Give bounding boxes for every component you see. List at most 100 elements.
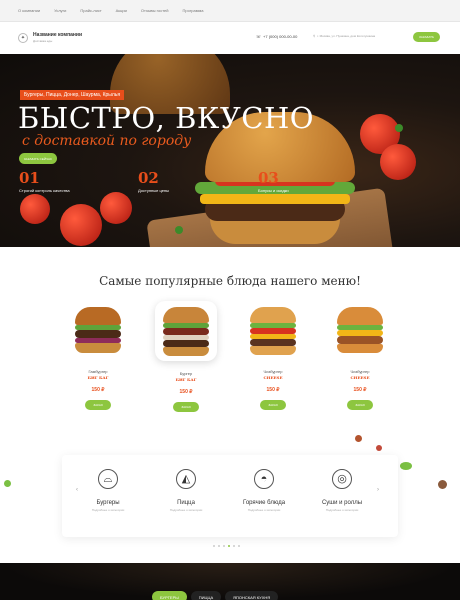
nav-link-about[interactable]: О компании [18, 8, 40, 13]
feature-number: 02 [138, 169, 159, 187]
dish-name: Чизбургер [263, 369, 283, 374]
company-block: Название компании Доставка еды [33, 33, 82, 43]
carousel-dot[interactable] [223, 545, 225, 547]
chevron-right-icon[interactable]: › [377, 487, 379, 493]
feature-label: Бонусы и скидки [258, 188, 289, 193]
feature-number: 01 [19, 169, 40, 187]
menu-tabs: БУРГЕРЫ ПИЦЦА ЯПОНСКАЯ КУХНЯ [152, 591, 279, 600]
pizza-icon: ◭ [176, 469, 196, 489]
dish-name: Чизбургер [350, 369, 370, 374]
dish-title: CHEESE [350, 375, 370, 380]
nav-link-reviews[interactable]: Отзывы гостей [141, 8, 169, 13]
hot-dish-icon: ◓ [254, 469, 274, 489]
carousel-dot[interactable] [238, 545, 240, 547]
dish-name: Гамбургер [88, 369, 108, 374]
dish-name: Бургер [179, 371, 193, 376]
nav-link-prices[interactable]: Прайс-лист [80, 8, 101, 13]
category-title: Суши и роллы [321, 500, 363, 506]
feature-label: Доступные цены [138, 188, 169, 193]
dish-price: 150 ₽ [91, 387, 105, 393]
header: ✦ Название компании Доставка еды ☏ +7 (0… [0, 22, 460, 54]
phone-icon: ☏ [256, 34, 262, 39]
carousel-dot[interactable] [218, 545, 220, 547]
popular-section-title: Самые популярные блюда нашего меню! [99, 274, 361, 288]
category-burgers[interactable]: ⌓ Бургеры Подробнее о категории [78, 469, 138, 512]
category-title: Бургеры [96, 500, 120, 506]
leaf-decoration [400, 462, 412, 470]
company-subtitle: Доставка еды [33, 39, 53, 43]
dish-title: CHEESE [263, 375, 283, 380]
feature-number: 03 [258, 169, 279, 187]
hero-title: БЫСТРО, ВКУСНО [18, 101, 315, 135]
category-subtitle: Подробнее о категории [91, 508, 125, 512]
categories-carousel: ‹ ⌓ Бургеры Подробнее о категории ◭ Пицц… [62, 455, 398, 537]
sushi-icon: ◎ [332, 469, 352, 489]
carousel-dot[interactable] [233, 545, 235, 547]
carousel-dot[interactable] [213, 545, 215, 547]
nav-link-promos[interactable]: Акции [116, 8, 127, 13]
tomato-decoration [20, 194, 50, 224]
phone[interactable]: ☏ +7 (000) 000-00-00 [256, 34, 297, 39]
category-title: Горячие блюда [242, 500, 286, 506]
dish-price: 150 ₽ [353, 387, 367, 393]
tab-burgers[interactable]: БУРГЕРЫ [152, 591, 187, 600]
tab-pizza[interactable]: ПИЦЦА [190, 591, 222, 600]
spice-decoration [438, 480, 447, 489]
burger-cheese [200, 194, 350, 204]
location-icon: ⚲ [313, 34, 316, 38]
tomato-decoration [60, 204, 102, 246]
category-subtitle: Подробнее о категории [247, 508, 281, 512]
nav-link-program[interactable]: Программа [182, 8, 203, 13]
hero-order-button[interactable]: ЗАКАЗАТЬ СЕЙЧАС [19, 153, 57, 164]
category-sushi[interactable]: ◎ Суши и роллы Подробнее о категории [312, 469, 372, 512]
dish-card[interactable]: Чизбургер CHEESE 150 ₽ ЗАКАЗ [239, 303, 307, 410]
dish-order-button[interactable]: ЗАКАЗ [85, 400, 111, 410]
hero-subtitle: с доставкой по городу [22, 133, 192, 149]
logo-icon[interactable]: ✦ [18, 33, 28, 43]
spice-decoration [355, 435, 362, 442]
page: О компании Услуги Прайс-лист Акции Отзыв… [0, 0, 460, 600]
dish-price: 150 ₽ [179, 389, 193, 395]
hero-banner: Бургеры, Пицца, Донер, Шаурма, Крылья БЫ… [0, 54, 460, 247]
category-pizza[interactable]: ◭ Пицца Подробнее о категории [156, 469, 216, 512]
category-title: Пицца [177, 500, 195, 506]
company-name: Название компании [33, 32, 83, 38]
leaf-decoration [4, 480, 11, 487]
category-hot-dishes[interactable]: ◓ Горячие блюда Подробнее о категории [234, 469, 294, 512]
address-text: г. Москва, ул. Пушкина, дом Колотушкина [317, 34, 376, 38]
dish-image [155, 301, 217, 361]
feature-bonuses: 03 Бонусы и скидки [258, 169, 289, 194]
dish-price: 150 ₽ [266, 387, 280, 393]
dish-title: БИГ БАГ [175, 377, 197, 382]
feature-quality: 01 Строгий контроль качества [19, 169, 70, 194]
category-subtitle: Подробнее о категории [325, 508, 359, 512]
dish-card[interactable]: Чизбургер CHEESE 150 ₽ ЗАКАЗ [326, 303, 394, 410]
dish-title: БИГ БАГ [87, 375, 109, 380]
burger-icon: ⌓ [98, 469, 118, 489]
dish-image [329, 303, 391, 359]
dish-card[interactable]: Гамбургер БИГ БАГ 150 ₽ ЗАКАЗ [64, 303, 132, 410]
carousel-dot-active[interactable] [228, 545, 230, 547]
order-button[interactable]: ЗАКАЗАТЬ [413, 32, 440, 42]
dish-image [242, 303, 304, 359]
tomato-decoration [100, 192, 132, 224]
category-subtitle: Подробнее о категории [169, 508, 203, 512]
phone-number: +7 (000) 000-00-00 [263, 34, 298, 39]
herb-decoration [395, 124, 403, 132]
hero-tag: Бургеры, Пицца, Донер, Шаурма, Крылья [20, 90, 125, 100]
address: ⚲ г. Москва, ул. Пушкина, дом Колотушкин… [313, 34, 375, 38]
feature-prices: 02 Доступные цены [138, 169, 169, 194]
herb-decoration [175, 226, 183, 234]
dish-order-button[interactable]: ЗАКАЗ [173, 402, 199, 412]
top-navigation: О компании Услуги Прайс-лист Акции Отзыв… [0, 0, 460, 22]
nav-link-services[interactable]: Услуги [54, 8, 66, 13]
tab-japanese[interactable]: ЯПОНСКАЯ КУХНЯ [225, 591, 279, 600]
tomato-decoration [380, 144, 416, 180]
dish-image [67, 303, 129, 359]
dish-order-button[interactable]: ЗАКАЗ [260, 400, 286, 410]
spice-decoration [376, 445, 382, 451]
dish-card[interactable]: Бургер БИГ БАГ 150 ₽ ЗАКАЗ [152, 301, 220, 412]
feature-label: Строгий контроль качества [19, 188, 70, 193]
carousel-dots [213, 545, 240, 547]
dish-order-button[interactable]: ЗАКАЗ [347, 400, 373, 410]
